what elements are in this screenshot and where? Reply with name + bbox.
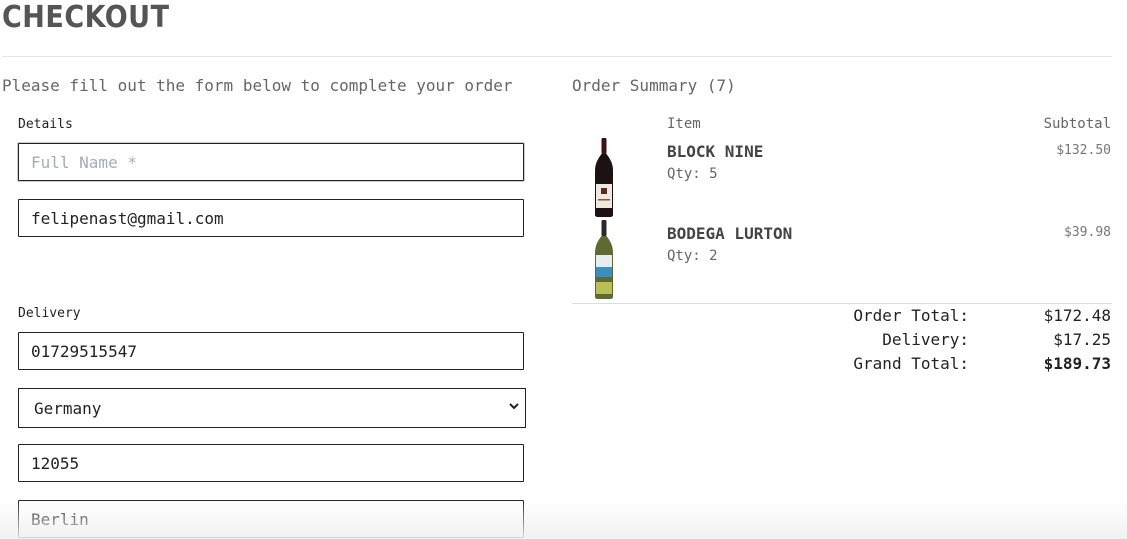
cart-item-subtotal: $39.98 xyxy=(1064,225,1111,240)
full-name-input[interactable] xyxy=(18,143,524,181)
cart-item-name: BODEGA LURTON xyxy=(667,224,793,243)
bodega-lurton-bottle-image xyxy=(595,220,613,299)
grand-total-label: Grand Total: xyxy=(853,354,969,373)
order-total-label: Order Total: xyxy=(853,306,969,325)
delivery-cost-value: $17.25 xyxy=(1053,330,1111,349)
delivery-section-label: Delivery xyxy=(18,306,81,321)
cart-item-subtotal: $132.50 xyxy=(1056,143,1111,158)
email-input[interactable] xyxy=(18,199,524,237)
phone-input[interactable] xyxy=(18,332,524,370)
grand-total-value: $189.73 xyxy=(1043,354,1111,373)
city-input[interactable] xyxy=(18,500,524,538)
postcode-input[interactable] xyxy=(18,444,524,482)
block-nine-bottle-image xyxy=(595,138,613,217)
page-title: CHECKOUT xyxy=(2,0,170,35)
country-select-value: Germany xyxy=(34,399,102,418)
order-total-value: $172.48 xyxy=(1043,306,1111,325)
summary-divider xyxy=(572,303,1112,304)
form-intro-text: Please fill out the form below to comple… xyxy=(2,76,513,95)
country-select[interactable]: Germany xyxy=(18,388,526,428)
cart-item-name: BLOCK NINE xyxy=(667,142,764,161)
chevron-down-icon xyxy=(509,398,519,418)
order-summary-title: Order Summary (7) xyxy=(572,76,736,95)
cart-item-qty: Qty: 5 xyxy=(667,166,718,182)
delivery-cost-label: Delivery: xyxy=(882,330,969,349)
header-divider xyxy=(2,56,1112,57)
subtotal-column-header: Subtotal xyxy=(1043,116,1111,132)
details-section-label: Details xyxy=(18,117,73,132)
item-column-header: Item xyxy=(667,116,701,132)
cart-item-qty: Qty: 2 xyxy=(667,248,718,264)
